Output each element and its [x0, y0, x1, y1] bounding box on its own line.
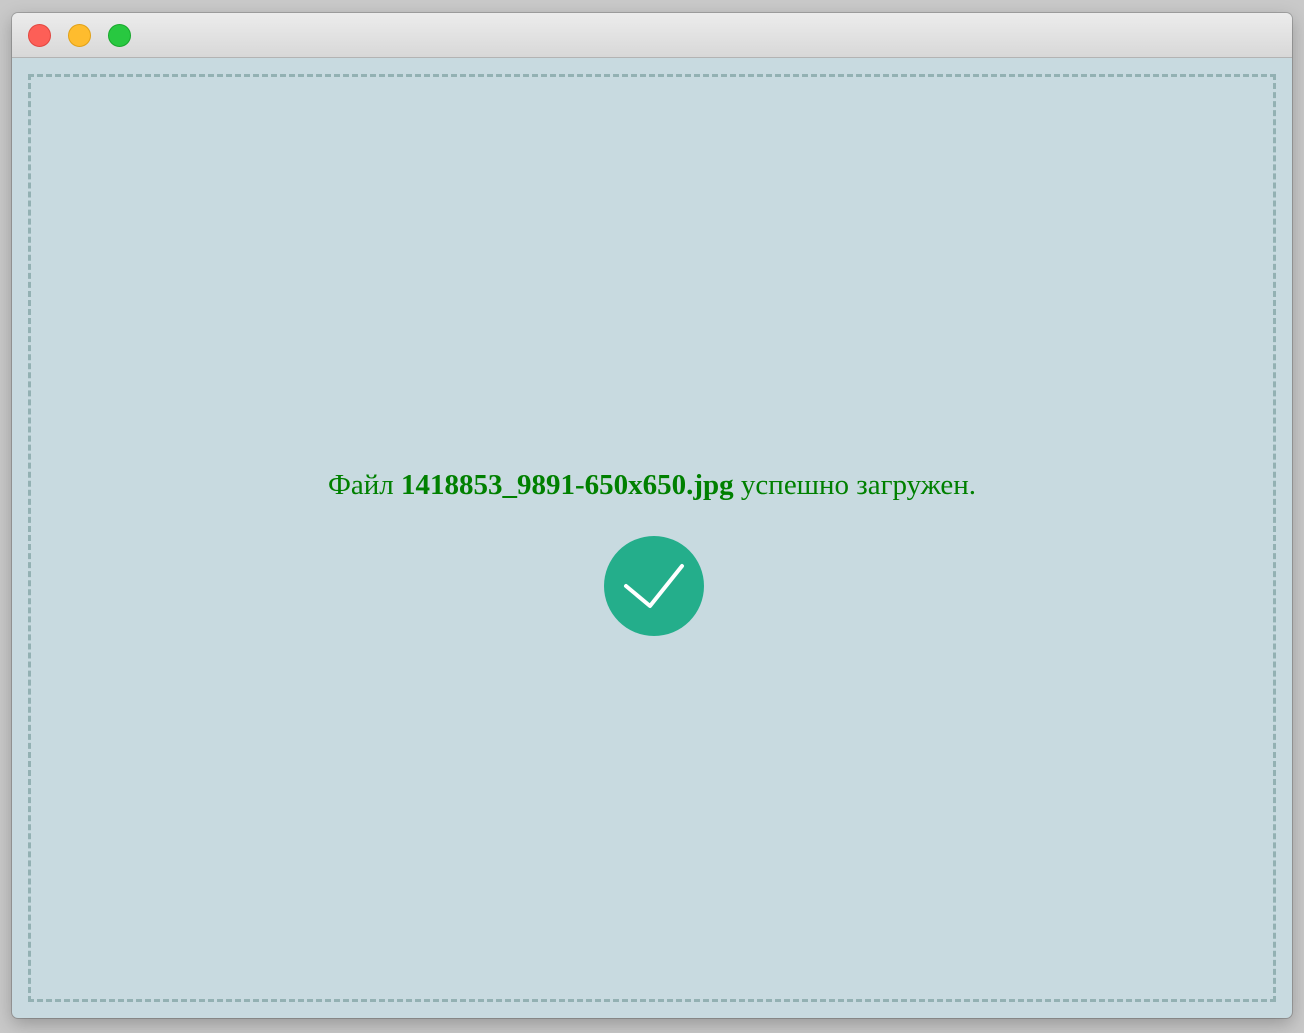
uploaded-filename: 1418853_9891-650x650.jpg — [400, 469, 734, 501]
upload-dropzone[interactable]: Файл 1418853_9891-650x650.jpg успешно за… — [28, 74, 1276, 1002]
message-prefix: Файл — [327, 469, 394, 501]
success-badge — [604, 536, 704, 636]
maximize-icon[interactable] — [108, 24, 131, 47]
title-bar — [12, 13, 1292, 58]
checkmark-icon — [624, 564, 684, 608]
close-icon[interactable] — [28, 24, 51, 47]
upload-success-message: Файл 1418853_9891-650x650.jpg успешно за… — [31, 469, 1273, 502]
minimize-icon[interactable] — [68, 24, 91, 47]
message-suffix: успешно загружен. — [740, 469, 977, 501]
app-window: Файл 1418853_9891-650x650.jpg успешно за… — [12, 13, 1292, 1018]
